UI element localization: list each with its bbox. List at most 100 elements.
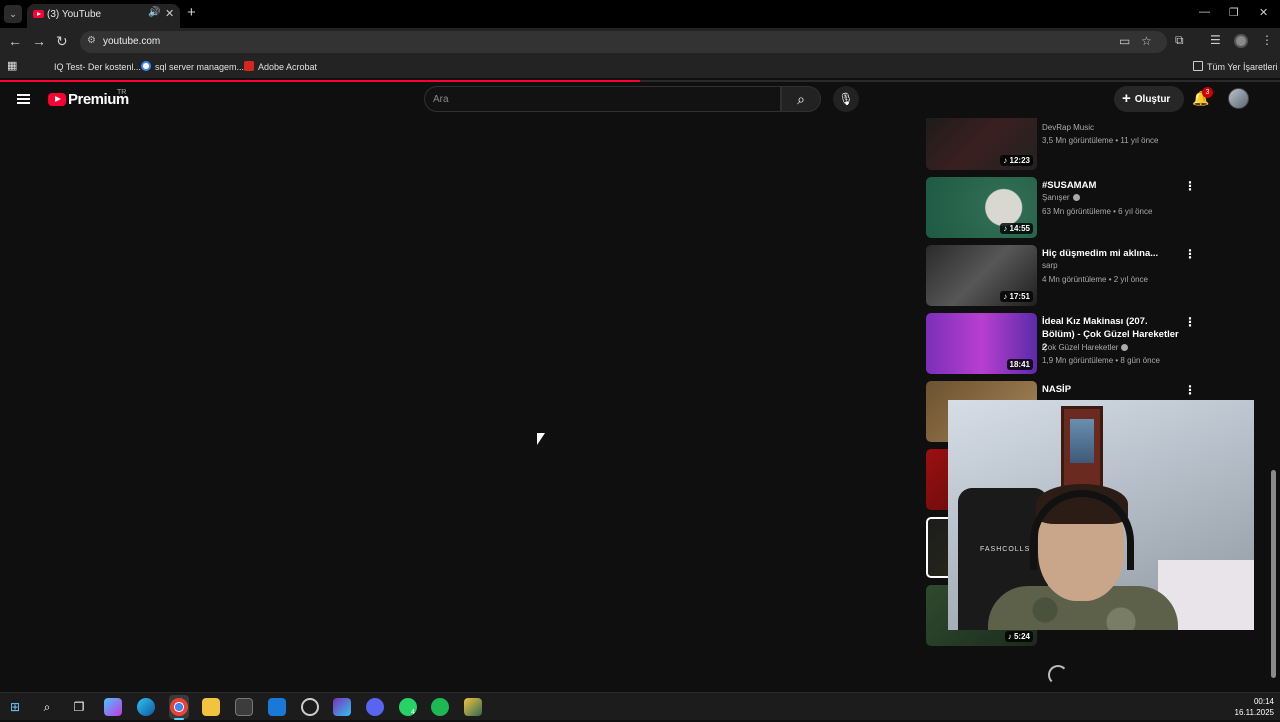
task-view-icon[interactable]: ❐: [70, 698, 88, 716]
bookmark-star-icon[interactable]: ☆: [1141, 34, 1152, 48]
copilot-icon[interactable]: [104, 698, 122, 716]
account-avatar[interactable]: [1228, 88, 1249, 109]
minimize-icon[interactable]: —: [1199, 6, 1210, 18]
clock-date: 16.11.2025: [1234, 708, 1274, 717]
video-item[interactable]: 18:41 İdeal Kız Makinası (207. Bölüm) - …: [924, 313, 1196, 381]
create-button[interactable]: + Oluştur: [1114, 86, 1184, 112]
tab-youtube[interactable]: (3) YouTube 🔊 ✕: [27, 4, 180, 28]
voice-search-button[interactable]: 🎙: [833, 86, 859, 112]
youtube-logo-icon[interactable]: [48, 93, 66, 106]
video-item[interactable]: ♪ 12:23 DevRap Music 3,5 Mn görüntüleme …: [924, 118, 1196, 177]
video-menu-icon[interactable]: ⋮: [1184, 315, 1196, 329]
wall-picture: [1061, 406, 1103, 490]
bookmark-iq-test[interactable]: IQ Test- Der kostenl...: [40, 61, 141, 72]
video-stats: 63 Mn görüntüleme • 6 yıl önce: [1042, 207, 1153, 216]
video-thumbnail[interactable]: ♪ 17:51: [926, 245, 1037, 306]
video-duration: ♪ 12:23: [1000, 155, 1033, 166]
bookmark-adobe-acrobat[interactable]: Adobe Acrobat: [244, 61, 317, 72]
loading-spinner: [1048, 665, 1068, 685]
bookmark-icon: [40, 61, 50, 71]
video-title[interactable]: Hiç düşmedim mi aklına...: [1042, 247, 1180, 260]
new-tab-button[interactable]: +: [187, 4, 196, 21]
system-clock[interactable]: 00:14 16.11.2025: [1230, 696, 1274, 718]
video-stats: 4 Mn görüntüleme • 2 yıl önce: [1042, 275, 1148, 284]
verified-icon: [1072, 194, 1080, 201]
whatsapp-icon[interactable]: 4: [399, 698, 417, 716]
video-duration: 18:41: [1006, 359, 1033, 370]
discord-icon[interactable]: [366, 698, 384, 716]
video-title[interactable]: NASİP: [1042, 383, 1180, 396]
video-channel[interactable]: Çok Güzel Hareketler: [1042, 343, 1129, 352]
reload-icon[interactable]: ↻: [56, 33, 68, 50]
video-duration: ♪ 17:51: [1000, 291, 1033, 302]
tab-title: (3) YouTube: [47, 9, 102, 20]
page-scrollbar[interactable]: [1269, 118, 1277, 690]
video-menu-icon[interactable]: ⋮: [1184, 247, 1196, 261]
chrome-icon[interactable]: [170, 698, 188, 716]
store-icon[interactable]: [235, 698, 253, 716]
site-info-icon[interactable]: ⚙: [87, 35, 96, 46]
notification-badge: 3: [1202, 87, 1213, 98]
video-thumbnail[interactable]: ♪ 14:55: [926, 177, 1037, 238]
search-input[interactable]: [433, 91, 763, 107]
search-icon: ⌕: [797, 91, 805, 107]
chair-brand-text: FASHCOLLS: [980, 546, 1031, 553]
search-button[interactable]: ⌕: [781, 86, 821, 112]
webcam-overlay: FASHCOLLS: [948, 400, 1254, 630]
video-thumbnail[interactable]: ♪ 12:23: [926, 118, 1037, 170]
search-box: [424, 86, 781, 112]
verified-icon: [1121, 344, 1129, 351]
profile-avatar[interactable]: [1234, 34, 1248, 48]
browser-tab-strip: ⌄ (3) YouTube 🔊 ✕ + — ❐ ✕: [0, 0, 1280, 28]
video-menu-icon[interactable]: ⋮: [1184, 383, 1196, 397]
mouse-cursor: [537, 433, 545, 445]
bookmark-sql-server[interactable]: sql server managem...: [141, 61, 244, 72]
hamburger-menu-icon[interactable]: [17, 94, 30, 104]
file-explorer-icon[interactable]: [202, 698, 220, 716]
url-text: youtube.com: [103, 36, 161, 47]
google-icon: [141, 61, 151, 71]
spotify-icon[interactable]: [431, 698, 449, 716]
youtube-favicon-icon: [33, 10, 44, 18]
app-icon[interactable]: [333, 698, 351, 716]
all-bookmarks-folder[interactable]: Tüm Yer İşaretleri: [1193, 61, 1278, 72]
close-window-icon[interactable]: ✕: [1259, 6, 1268, 19]
start-icon[interactable]: ⊞: [6, 698, 24, 716]
bookmarks-bar: ▦ IQ Test- Der kostenl... sql server man…: [0, 56, 1280, 78]
video-channel[interactable]: Şanışer: [1042, 193, 1080, 202]
search-taskbar-icon[interactable]: ⌕: [38, 698, 56, 716]
video-item[interactable]: ♪ 17:51 Hiç düşmedim mi aklına... sarp 4…: [924, 245, 1196, 313]
video-thumbnail[interactable]: 18:41: [926, 313, 1037, 374]
tab-close-icon[interactable]: ✕: [165, 7, 174, 20]
folder-icon: [1193, 61, 1203, 71]
video-item[interactable]: ♪ 14:55 #SUSAMAM Şanışer 63 Mn görüntüle…: [924, 177, 1196, 245]
microphone-icon: 🎙: [838, 92, 854, 106]
address-toolbar: ← → ↻ ⚙ youtube.com ▭ ☆ ⧉ ☰ ⋮: [0, 28, 1280, 56]
video-duration: ♪ 5:24: [1004, 631, 1033, 642]
restore-icon[interactable]: ❐: [1229, 6, 1239, 19]
video-stats: 1,9 Mn görüntüleme • 8 gün önce: [1042, 356, 1160, 365]
video-channel[interactable]: sarp: [1042, 261, 1058, 270]
video-duration: ♪ 14:55: [1000, 223, 1033, 234]
scrollbar-thumb[interactable]: [1271, 470, 1276, 678]
clock-app-icon[interactable]: [301, 698, 319, 716]
video-channel[interactable]: DevRap Music: [1042, 123, 1094, 132]
outlook-icon[interactable]: [268, 698, 286, 716]
tab-audio-icon[interactable]: 🔊: [148, 7, 160, 18]
extensions-icon[interactable]: ⧉: [1175, 33, 1184, 48]
forward-icon[interactable]: →: [32, 33, 46, 49]
video-stats: 3,5 Mn görüntüleme • 11 yıl önce: [1042, 136, 1159, 145]
youtube-header: Premium TR ⌕ 🎙 +Oluştur 🔔 3: [0, 82, 1280, 118]
clock-time: 00:14: [1253, 697, 1274, 706]
video-title[interactable]: #SUSAMAM: [1042, 179, 1180, 192]
app-icon[interactable]: [464, 698, 482, 716]
media-controls-icon[interactable]: ☰: [1210, 33, 1221, 47]
edge-icon[interactable]: [137, 698, 155, 716]
back-icon[interactable]: ←: [8, 33, 22, 49]
tab-search-dropdown[interactable]: ⌄: [4, 5, 22, 23]
apps-grid-icon[interactable]: ▦: [7, 59, 17, 72]
omnibox[interactable]: ⚙ youtube.com ▭ ☆: [80, 31, 1167, 53]
video-menu-icon[interactable]: ⋮: [1184, 179, 1196, 193]
menu-dots-icon[interactable]: ⋮: [1261, 33, 1273, 47]
cast-icon[interactable]: ▭: [1119, 34, 1130, 48]
